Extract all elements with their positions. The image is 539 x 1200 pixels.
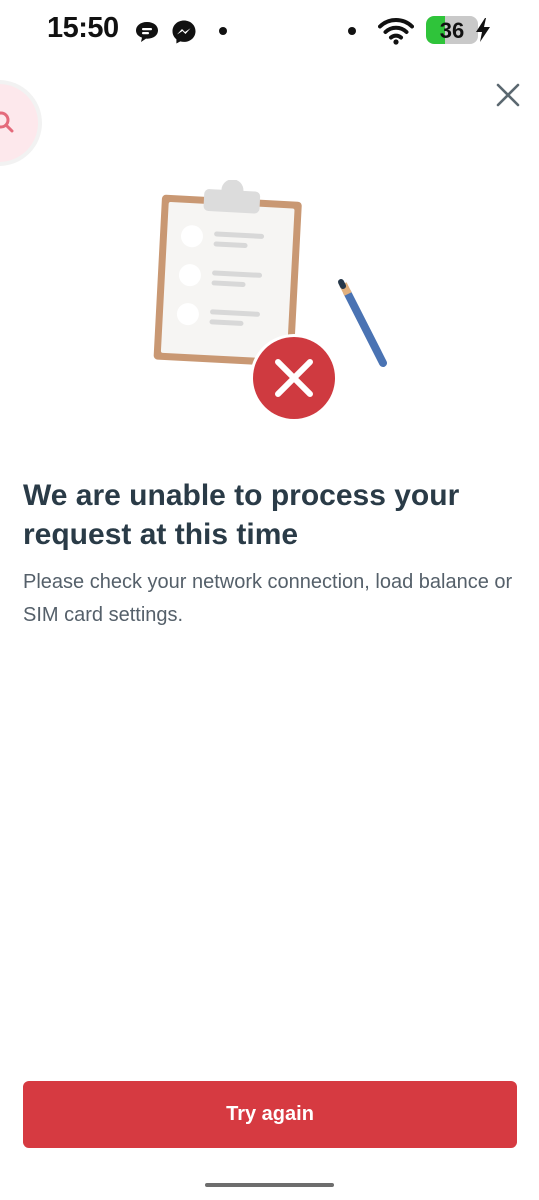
status-bar: 15:50 36 xyxy=(0,0,539,60)
close-button[interactable] xyxy=(493,80,523,110)
messenger-icon xyxy=(172,20,196,44)
status-time: 15:50 xyxy=(47,12,119,44)
wifi-icon xyxy=(378,18,414,45)
try-again-button[interactable]: Try again xyxy=(23,1081,517,1148)
chat-bubble-icon xyxy=(136,22,158,42)
home-indicator[interactable] xyxy=(205,1183,334,1187)
notification-dot xyxy=(348,27,356,35)
battery-icon: 36 xyxy=(426,16,478,44)
search-icon xyxy=(0,111,14,133)
close-icon xyxy=(496,83,520,107)
error-screen: 15:50 36 We are unable to process your r… xyxy=(0,0,539,1200)
notification-dot xyxy=(219,27,227,35)
pencil-icon xyxy=(338,279,387,367)
error-x-icon xyxy=(250,334,338,422)
error-message: Please check your network connection, lo… xyxy=(23,571,513,626)
error-title: We are unable to process your request at… xyxy=(23,479,460,551)
clipboard-error-illustration xyxy=(153,180,387,422)
charging-bolt-icon xyxy=(476,18,490,42)
battery-level-text: 36 xyxy=(439,18,465,43)
